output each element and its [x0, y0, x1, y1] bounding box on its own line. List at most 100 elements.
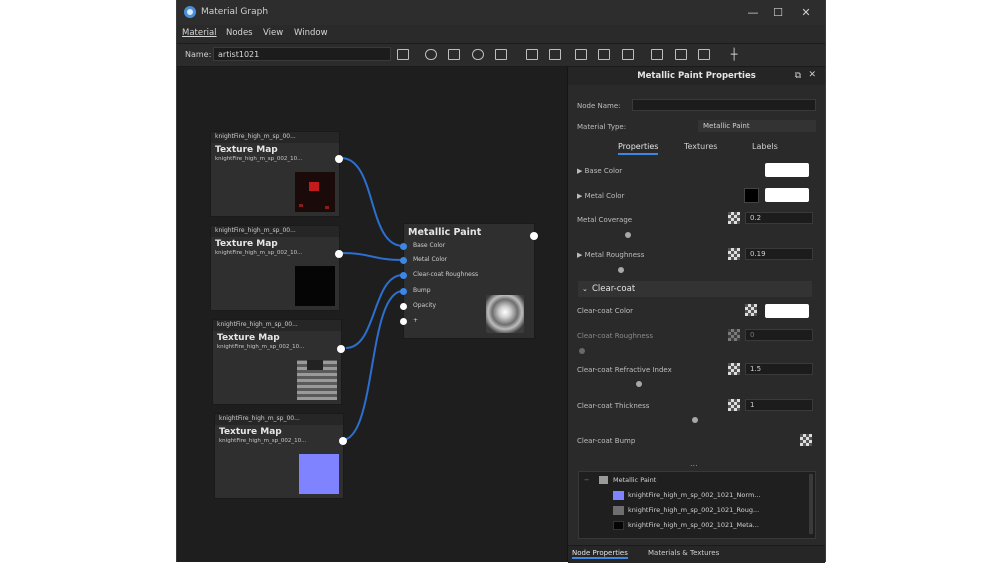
menu-window[interactable]: Window — [294, 28, 328, 38]
material-type-select[interactable]: Metallic Paint — [698, 120, 816, 132]
node-header: knightFire_high_m_sp_00... — [211, 226, 339, 237]
base-color-label[interactable]: ▶ Base Color — [577, 167, 622, 175]
output-port[interactable] — [335, 155, 343, 163]
tree-item[interactable]: knightFire_high_m_sp_002_1021_Meta... — [579, 518, 815, 532]
texture-slot-icon[interactable] — [745, 304, 757, 316]
align-icon[interactable] — [495, 49, 507, 60]
clear-coat-ior-input[interactable]: 1.5 — [745, 363, 813, 375]
tab-textures[interactable]: Textures — [684, 142, 717, 151]
material-tree[interactable]: − Metallic Paint knightFire_high_m_sp_00… — [578, 471, 816, 539]
save-icon[interactable] — [397, 49, 409, 60]
metal-coverage-slider[interactable] — [625, 232, 631, 238]
copy-icon[interactable] — [526, 49, 538, 60]
delete-icon[interactable] — [549, 49, 561, 60]
input-port-clearcoat-roughness[interactable] — [400, 272, 407, 279]
output-port[interactable] — [530, 232, 538, 240]
arrange-icon[interactable] — [598, 49, 610, 60]
port-label: Base Color — [413, 242, 446, 249]
node-header: knightFire_high_m_sp_00... — [215, 414, 343, 425]
texture-slot-icon[interactable] — [728, 248, 740, 260]
input-port-opacity[interactable] — [400, 303, 407, 310]
menu-view[interactable]: View — [263, 28, 283, 38]
clear-coat-thickness-slider[interactable] — [692, 417, 698, 423]
node-name-input[interactable] — [632, 99, 816, 111]
tree-scrollbar[interactable] — [809, 474, 813, 534]
port-label: + — [413, 317, 419, 324]
clear-coat-thickness-label: Clear-coat Thickness — [577, 402, 650, 410]
texture-map-node[interactable]: knightFire_high_m_sp_00... Texture Map k… — [212, 319, 345, 405]
metal-roughness-slider[interactable] — [618, 267, 624, 273]
node-path: knightFire_high_m_sp_002_10... — [215, 156, 303, 162]
tab-properties[interactable]: Properties — [618, 142, 659, 155]
tree-item[interactable]: knightFire_high_m_sp_002_1021_Roug... — [579, 503, 815, 517]
port-label: Metal Color — [413, 256, 448, 263]
input-port-base-color[interactable] — [400, 243, 407, 250]
texture-thumbnail — [299, 454, 339, 494]
layout-icon[interactable] — [575, 49, 587, 60]
input-port-bump[interactable] — [400, 288, 407, 295]
center-icon[interactable]: ┼ — [728, 49, 740, 60]
undock-icon[interactable]: ⧉ — [795, 71, 801, 81]
metal-coverage-input[interactable]: 0.2 — [745, 212, 813, 224]
metal-color-text: Metal Color — [584, 192, 625, 200]
maximize-button[interactable]: ☐ — [763, 4, 793, 21]
port-label: Opacity — [413, 302, 437, 309]
clear-coat-ior-slider[interactable] — [636, 381, 642, 387]
metal-color-texture-slot[interactable] — [744, 188, 759, 203]
output-port[interactable] — [337, 345, 345, 353]
output-port[interactable] — [339, 437, 347, 445]
metal-color-label[interactable]: ▶ Metal Color — [577, 192, 624, 200]
texture-map-node[interactable]: knightFire_high_m_sp_00... Texture Map k… — [210, 131, 343, 217]
input-port-metal-color[interactable] — [400, 257, 407, 264]
texture-slot-icon[interactable] — [728, 212, 740, 224]
tree-item[interactable]: knightFire_high_m_sp_002_1021_Norm... — [579, 488, 815, 502]
close-window-button[interactable]: ✕ — [791, 4, 821, 21]
grid-icon[interactable] — [698, 49, 710, 60]
material-icon[interactable] — [448, 49, 460, 60]
clear-coat-color-swatch[interactable] — [765, 304, 809, 318]
section-title: Clear-coat — [592, 284, 636, 294]
hierarchy-icon[interactable] — [651, 49, 663, 60]
clear-coat-thickness-input[interactable]: 1 — [745, 399, 813, 411]
texture-thumbnail — [295, 266, 335, 306]
tree-item[interactable]: − Metallic Paint — [579, 473, 815, 487]
output-port[interactable] — [335, 250, 343, 258]
texture-map-node[interactable]: knightFire_high_m_sp_00... Texture Map k… — [214, 413, 347, 499]
close-panel-icon[interactable]: ✕ — [808, 70, 816, 80]
toolbar: Name: artist1021 ┼ — [177, 44, 825, 67]
menu-nodes[interactable]: Nodes — [226, 28, 253, 38]
metallic-paint-node[interactable]: Metallic Paint Base Color Metal Color Cl… — [400, 223, 538, 339]
tree-item-label: knightFire_high_m_sp_002_1021_Roug... — [628, 506, 760, 514]
refresh-icon[interactable] — [472, 49, 484, 60]
texture-thumbnail — [297, 360, 337, 400]
node-title: Metallic Paint — [408, 227, 482, 238]
tab-node-properties[interactable]: Node Properties — [572, 549, 628, 559]
metal-roughness-label[interactable]: ▶ Metal Roughness — [577, 251, 644, 259]
collapse-icon[interactable] — [622, 49, 634, 60]
metal-color-swatch[interactable] — [765, 188, 809, 202]
texture-slot-icon[interactable] — [800, 434, 812, 446]
window-title: Material Graph — [201, 7, 269, 17]
tab-materials-textures[interactable]: Materials & Textures — [648, 549, 719, 557]
texture-slot-icon[interactable] — [728, 363, 740, 375]
texture-slot-icon[interactable] — [728, 399, 740, 411]
texture-slot-icon[interactable] — [728, 329, 740, 341]
texture-map-node[interactable]: knightFire_high_m_sp_00... Texture Map k… — [210, 225, 343, 311]
base-color-swatch[interactable] — [765, 163, 809, 177]
frame-icon[interactable] — [675, 49, 687, 60]
base-color-text: Base Color — [584, 167, 623, 175]
metal-roughness-input[interactable]: 0.19 — [745, 248, 813, 260]
clear-coat-roughness-slider[interactable] — [579, 348, 585, 354]
title-bar[interactable]: Material Graph — ☐ ✕ — [177, 0, 825, 25]
add-port-button[interactable] — [400, 318, 407, 325]
texture-thumbnail — [295, 172, 335, 212]
material-name-input[interactable]: artist1021 — [213, 47, 391, 61]
preview-sphere-icon[interactable] — [425, 49, 437, 60]
tree-item-label: knightFire_high_m_sp_002_1021_Norm... — [628, 491, 761, 499]
splitter-handle[interactable]: ... — [690, 459, 698, 468]
clear-coat-section-header[interactable]: ⌄ Clear-coat — [578, 281, 812, 297]
menu-material[interactable]: Material — [182, 28, 217, 38]
tab-labels[interactable]: Labels — [752, 142, 778, 151]
clear-coat-roughness-input[interactable]: 0 — [745, 329, 813, 341]
node-graph-canvas[interactable]: knightFire_high_m_sp_00... Texture Map k… — [177, 67, 568, 562]
